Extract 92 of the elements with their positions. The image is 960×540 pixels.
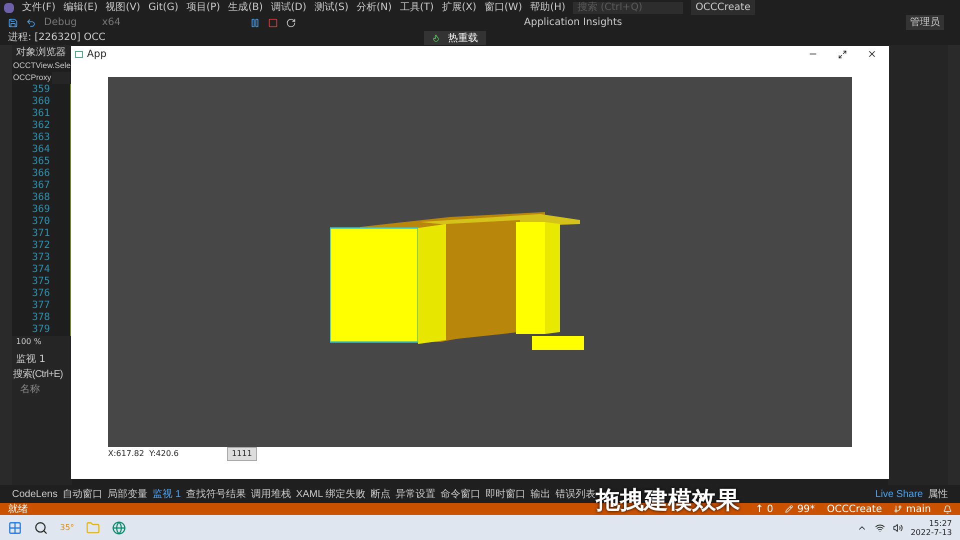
configuration-dropdown[interactable]: Debug bbox=[44, 15, 94, 30]
bell-icon[interactable] bbox=[943, 504, 952, 514]
watch-title: 监视 1 bbox=[15, 352, 47, 367]
clock-date[interactable]: 2022-7-13 bbox=[910, 528, 952, 536]
menu-item[interactable]: 分析(N) bbox=[356, 0, 392, 15]
platform-dropdown[interactable]: x64 bbox=[102, 15, 142, 30]
process-label: 进程: [226320] OCC bbox=[8, 30, 106, 45]
action-button[interactable]: 1111 bbox=[226, 447, 258, 461]
coordinates-text: X:617.82 Y:420.6 bbox=[108, 448, 179, 460]
panel-tab[interactable]: 局部变量 bbox=[108, 486, 148, 502]
live-share-tab[interactable]: Live Share bbox=[875, 486, 923, 502]
admin-button[interactable]: 管理员 bbox=[906, 15, 944, 30]
restart-icon[interactable] bbox=[286, 18, 296, 28]
clock-time[interactable]: 15:27 bbox=[928, 518, 952, 528]
line-number: 359 bbox=[32, 84, 50, 96]
line-number: 363 bbox=[32, 132, 50, 144]
viewport[interactable] bbox=[108, 77, 852, 447]
panel-tab[interactable]: 断点 bbox=[370, 486, 391, 502]
line-number: 376 bbox=[32, 288, 50, 300]
panel-tab[interactable]: 命令窗口 bbox=[440, 486, 481, 502]
line-number: 373 bbox=[32, 252, 50, 264]
line-number: 360 bbox=[32, 96, 50, 108]
logo-icon bbox=[4, 2, 14, 12]
undo-icon[interactable] bbox=[26, 18, 36, 28]
maximize-icon[interactable] bbox=[838, 50, 847, 58]
wifi-icon[interactable] bbox=[874, 522, 885, 532]
search-icon[interactable] bbox=[34, 520, 48, 534]
zoom-level[interactable]: 100 % bbox=[12, 336, 72, 348]
properties-tab[interactable]: 属性 bbox=[928, 486, 948, 502]
volume-icon[interactable] bbox=[892, 522, 903, 532]
app-icon bbox=[75, 50, 83, 58]
menu-item[interactable]: Git(G) bbox=[148, 0, 178, 15]
line-number: 370 bbox=[32, 216, 50, 228]
panel-tab[interactable]: 输出 bbox=[530, 486, 551, 502]
branch-icon bbox=[894, 505, 902, 513]
menu-item[interactable]: 编辑(E) bbox=[64, 0, 98, 15]
repo-name[interactable]: OCCCreate bbox=[826, 502, 882, 516]
window-title: App bbox=[87, 48, 107, 62]
push-count[interactable]: ↑ 0 bbox=[755, 502, 774, 516]
line-number: 374 bbox=[32, 264, 50, 276]
panel-tab[interactable]: CodeLens bbox=[12, 486, 58, 502]
edits-count[interactable]: 99* bbox=[785, 502, 815, 516]
menu-item[interactable]: 调试(D) bbox=[270, 0, 306, 15]
line-number: 366 bbox=[32, 168, 50, 180]
start-icon[interactable] bbox=[8, 520, 22, 534]
stop-icon[interactable] bbox=[268, 18, 278, 28]
line-number: 362 bbox=[32, 120, 50, 132]
line-number: 368 bbox=[32, 192, 50, 204]
panel-tab[interactable]: 异常设置 bbox=[396, 486, 436, 502]
panel-tab[interactable]: 监视 1 bbox=[152, 486, 181, 502]
panel-tab[interactable]: 自动窗口 bbox=[62, 486, 103, 502]
tree-item[interactable]: OCCProxy bbox=[12, 72, 52, 84]
line-number: 379 bbox=[32, 324, 50, 336]
solution-name: OCCCreate bbox=[691, 0, 755, 15]
line-number: 361 bbox=[32, 108, 50, 120]
menu-item[interactable]: 生成(B) bbox=[228, 0, 263, 15]
menu-item[interactable]: 窗口(W) bbox=[484, 0, 522, 15]
save-icon[interactable] bbox=[8, 18, 18, 28]
panel-tab[interactable]: XAML 绑定失败 bbox=[296, 486, 366, 502]
line-number: 367 bbox=[32, 180, 50, 192]
pause-icon[interactable] bbox=[250, 18, 260, 28]
panel-tab[interactable]: 调用堆栈 bbox=[250, 486, 291, 502]
menu-item[interactable]: 帮助(H) bbox=[530, 0, 566, 15]
line-number: 365 bbox=[32, 156, 50, 168]
browser-icon[interactable] bbox=[112, 520, 126, 534]
tree-item[interactable]: OCCTView.Sele bbox=[12, 60, 72, 72]
line-number: 378 bbox=[32, 312, 50, 324]
line-number: 364 bbox=[32, 144, 50, 156]
menu-item[interactable]: 视图(V) bbox=[106, 0, 140, 15]
pencil-icon bbox=[785, 505, 794, 513]
line-number: 372 bbox=[32, 240, 50, 252]
hot-reload-button[interactable]: 热重载 bbox=[448, 30, 478, 46]
line-number: 369 bbox=[32, 204, 50, 216]
insights-button[interactable]: Application Insights bbox=[524, 15, 622, 30]
flame-icon bbox=[432, 34, 440, 42]
line-number: 377 bbox=[32, 300, 50, 312]
branch-name[interactable]: main bbox=[894, 502, 931, 516]
menu-item[interactable]: 文件(F) bbox=[22, 0, 56, 15]
status-text: 就绪 bbox=[8, 502, 28, 516]
menu-item[interactable]: 项目(P) bbox=[186, 0, 220, 15]
menu-item[interactable]: 测试(S) bbox=[314, 0, 349, 15]
column-header: 名称 bbox=[19, 383, 41, 397]
line-number: 375 bbox=[32, 276, 50, 288]
panel-tab[interactable]: 即时窗口 bbox=[486, 486, 526, 502]
panel-tab[interactable]: 查找符号结果 bbox=[186, 486, 246, 502]
menu-item[interactable]: 扩展(X) bbox=[442, 0, 476, 15]
panel-tab[interactable]: 错误列表 bbox=[556, 486, 596, 502]
panel-title: 对象浏览器 bbox=[15, 46, 67, 60]
close-icon[interactable] bbox=[867, 49, 877, 59]
watch-search[interactable]: 搜索(Ctrl+E) bbox=[12, 367, 64, 382]
menu-item[interactable]: 工具(T) bbox=[400, 0, 434, 15]
line-number: 371 bbox=[32, 228, 50, 240]
